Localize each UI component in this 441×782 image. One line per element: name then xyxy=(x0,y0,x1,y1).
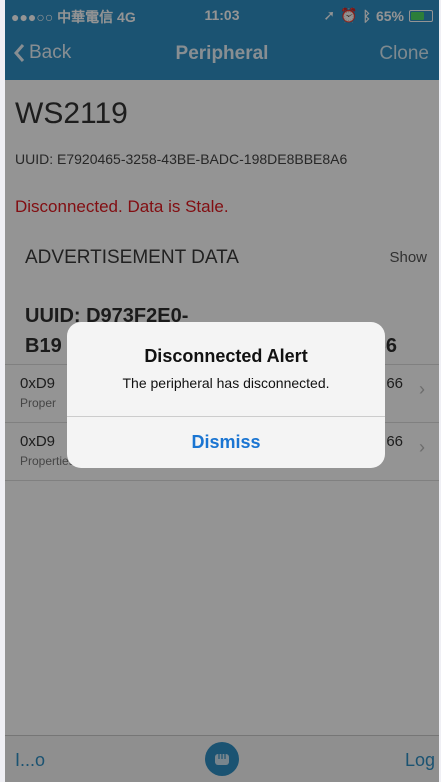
dismiss-button[interactable]: Dismiss xyxy=(67,417,385,468)
alert-message: The peripheral has disconnected. xyxy=(122,375,330,391)
phone-screen: ●●●○○ 中華電信 4G 11:03 ➚ ⏰ ᛒ 65% Back Perip… xyxy=(5,0,439,782)
disconnected-alert-dialog: Disconnected Alert The peripheral has di… xyxy=(67,322,385,468)
alert-title: Disconnected Alert xyxy=(144,346,308,366)
